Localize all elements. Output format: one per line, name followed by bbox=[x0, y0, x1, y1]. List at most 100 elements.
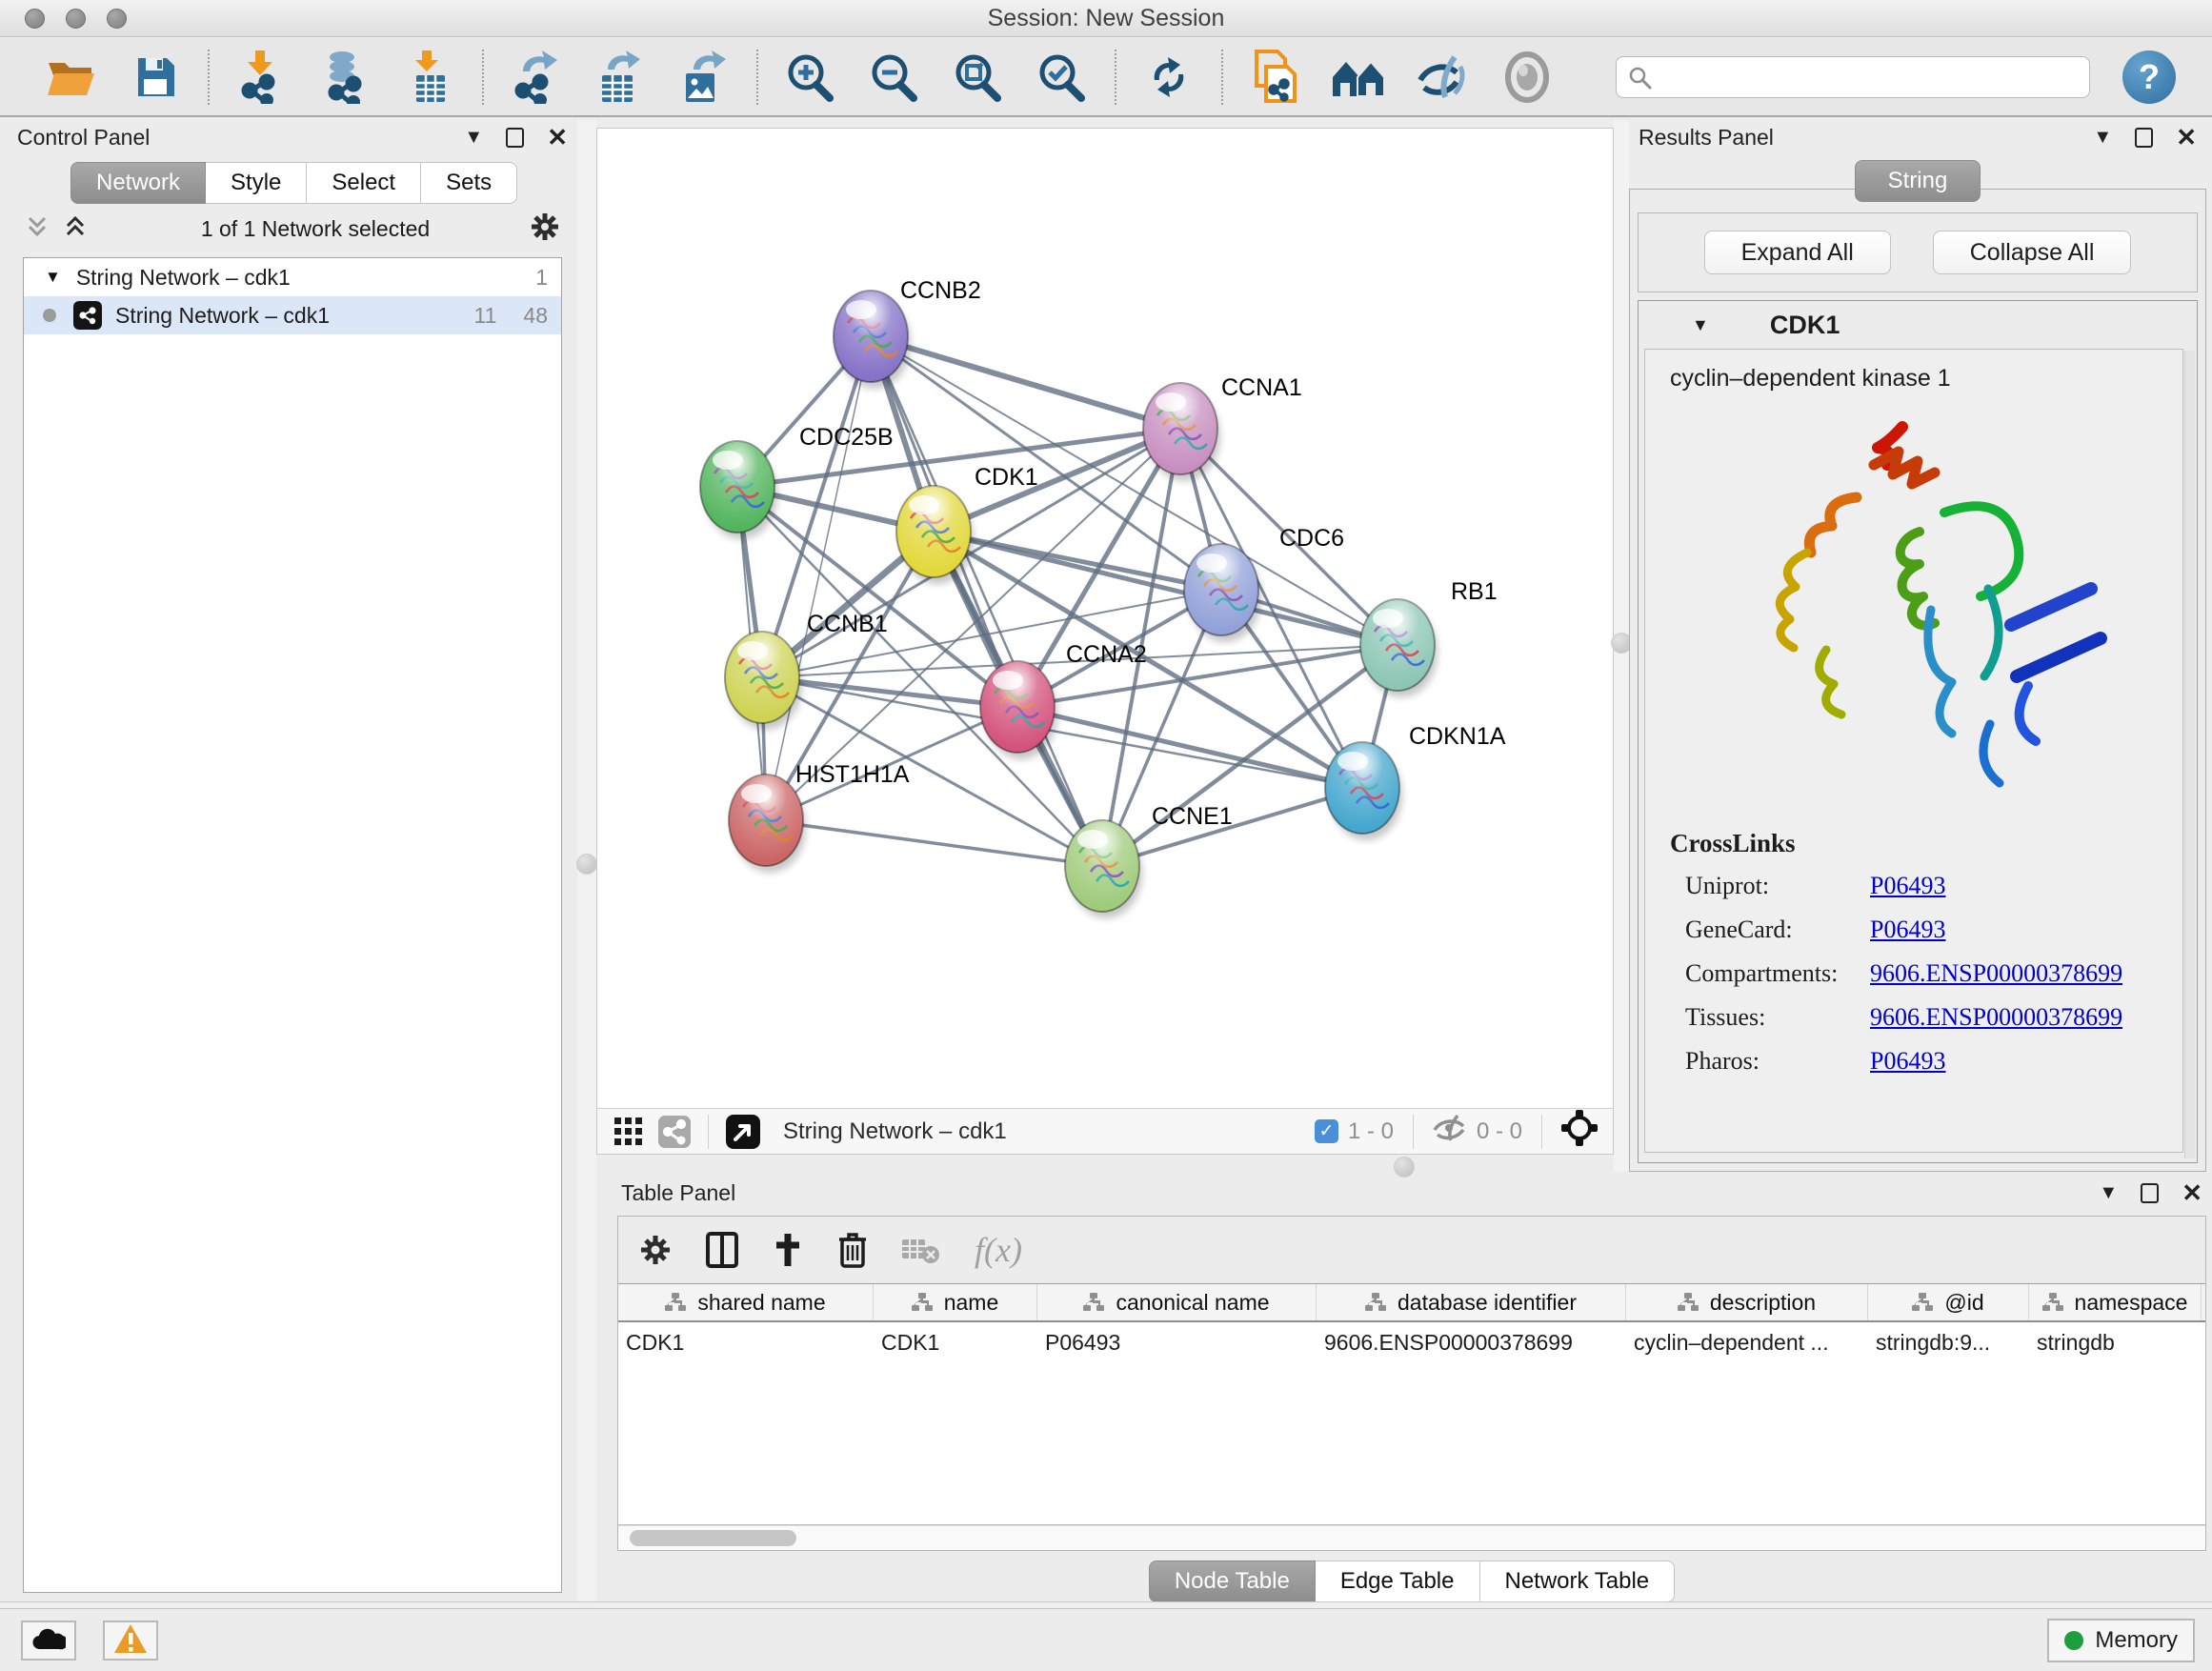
zoom-out-button[interactable] bbox=[867, 50, 922, 105]
float-panel-icon[interactable] bbox=[2141, 1183, 2159, 1203]
network-collection-row[interactable]: ▼ String Network – cdk1 1 bbox=[24, 258, 561, 296]
column-header-shared-name[interactable]: shared name bbox=[618, 1284, 874, 1320]
apply-layout-button[interactable] bbox=[1141, 50, 1196, 105]
panel-menu-icon[interactable]: ▼ bbox=[2099, 1183, 2118, 1202]
close-window-button[interactable] bbox=[25, 9, 45, 29]
column-header-description[interactable]: description bbox=[1626, 1284, 1868, 1320]
splitter-knob[interactable] bbox=[576, 854, 597, 875]
column-header-canonical-name[interactable]: canonical name bbox=[1037, 1284, 1317, 1320]
memory-button[interactable]: Memory bbox=[2047, 1619, 2195, 1662]
float-panel-icon[interactable] bbox=[506, 128, 524, 148]
tab-edge-table[interactable]: Edge Table bbox=[1316, 1560, 1480, 1602]
close-panel-icon[interactable]: ✕ bbox=[547, 125, 568, 150]
zoom-window-button[interactable] bbox=[107, 9, 127, 29]
zoom-fit-button[interactable] bbox=[951, 50, 1006, 105]
cdk1-section-header[interactable]: ▼ CDK1 bbox=[1639, 301, 2197, 349]
minimize-window-button[interactable] bbox=[66, 9, 86, 29]
show-all-button[interactable] bbox=[1499, 50, 1555, 105]
panel-menu-icon[interactable]: ▼ bbox=[2093, 128, 2112, 147]
add-column-icon[interactable] bbox=[773, 1232, 803, 1268]
warnings-button[interactable] bbox=[103, 1621, 158, 1661]
grid-view-icon[interactable] bbox=[614, 1117, 643, 1146]
zoom-selected-button[interactable] bbox=[1035, 50, 1090, 105]
node-CDKN1A[interactable] bbox=[1325, 742, 1402, 840]
crosslink-link[interactable]: P06493 bbox=[1870, 872, 1945, 899]
table-row[interactable]: CDK1CDK1P064939606.ENSP00000378699cyclin… bbox=[618, 1322, 2205, 1362]
node-RB1[interactable] bbox=[1360, 599, 1438, 697]
network-badge-icon[interactable] bbox=[658, 1116, 691, 1148]
node-CCNA1[interactable] bbox=[1143, 383, 1220, 481]
close-panel-icon[interactable]: ✕ bbox=[2176, 125, 2197, 150]
crosslink-link[interactable]: P06493 bbox=[1870, 1047, 1945, 1075]
network-collection-label: String Network – cdk1 bbox=[76, 265, 291, 291]
column-header-name[interactable]: name bbox=[874, 1284, 1037, 1320]
export-network-button[interactable] bbox=[509, 50, 564, 105]
expand-all-icon[interactable] bbox=[63, 214, 88, 244]
float-panel-icon[interactable] bbox=[2135, 128, 2153, 148]
edge-CCNB2-CCNA1[interactable] bbox=[871, 336, 1180, 429]
zoom-in-button[interactable] bbox=[783, 50, 838, 105]
selected-checkbox-icon[interactable]: ✓ bbox=[1315, 1119, 1338, 1143]
help-button[interactable]: ? bbox=[2122, 50, 2176, 104]
tab-network-table[interactable]: Network Table bbox=[1480, 1560, 1676, 1602]
clone-network-button[interactable] bbox=[1248, 50, 1303, 105]
crosshair-icon[interactable] bbox=[1561, 1110, 1598, 1153]
import-network-button[interactable] bbox=[234, 50, 290, 105]
horizontal-splitter-knob[interactable] bbox=[1394, 1157, 1415, 1178]
node-CCNA2[interactable] bbox=[980, 661, 1057, 759]
scrollbar-thumb[interactable] bbox=[630, 1530, 796, 1546]
collapse-section-icon[interactable]: ▼ bbox=[1692, 315, 1709, 335]
results-scrollbar[interactable] bbox=[2184, 351, 2195, 1158]
node-CDC6[interactable] bbox=[1184, 544, 1261, 642]
node-CCNE1[interactable] bbox=[1065, 820, 1142, 918]
tab-string[interactable]: String bbox=[1855, 160, 1981, 202]
crosslink-link[interactable]: 9606.ENSP00000378699 bbox=[1870, 959, 2122, 987]
right-splitter[interactable] bbox=[1614, 120, 1629, 1172]
crosslink-link[interactable]: P06493 bbox=[1870, 916, 1945, 943]
node-CCNB2[interactable] bbox=[834, 291, 911, 389]
node-CCNB1[interactable] bbox=[725, 632, 802, 730]
cloud-button[interactable] bbox=[21, 1621, 76, 1661]
import-network-from-database-button[interactable] bbox=[318, 50, 373, 105]
search-input[interactable] bbox=[1616, 56, 2090, 98]
tab-style[interactable]: Style bbox=[206, 162, 307, 204]
gear-icon[interactable] bbox=[530, 211, 560, 247]
tab-sets[interactable]: Sets bbox=[421, 162, 517, 204]
node-label-CCNE1: CCNE1 bbox=[1152, 803, 1233, 830]
hide-selected-button[interactable] bbox=[1416, 50, 1471, 105]
close-panel-icon[interactable]: ✕ bbox=[2182, 1180, 2202, 1205]
table-hscrollbar[interactable] bbox=[618, 1525, 2205, 1550]
first-neighbors-button[interactable] bbox=[1332, 50, 1387, 105]
tab-select[interactable]: Select bbox=[307, 162, 421, 204]
import-table-button[interactable] bbox=[402, 50, 457, 105]
network-canvas[interactable]: CCNB2CCNA1CDC25BCDK1CDC6RB1CCNB1CCNA2CDK… bbox=[597, 129, 1613, 1108]
node-HIST1H1A[interactable] bbox=[729, 775, 806, 873]
open-session-button[interactable] bbox=[44, 50, 99, 105]
expand-all-button[interactable]: Expand All bbox=[1704, 231, 1891, 274]
birds-eye-view-icon[interactable] bbox=[726, 1115, 760, 1149]
tree-expand-icon[interactable]: ▼ bbox=[45, 268, 61, 287]
column-header-namespace[interactable]: namespace bbox=[2029, 1284, 2202, 1320]
left-splitter[interactable] bbox=[577, 120, 596, 1602]
save-session-button[interactable] bbox=[128, 50, 183, 105]
node-CDC25B[interactable] bbox=[700, 441, 777, 539]
collapse-all-icon[interactable] bbox=[25, 214, 50, 244]
cdk1-section: ▼ CDK1 cyclin–dependent kinase 1 bbox=[1638, 300, 2198, 1163]
column-header--id[interactable]: @id bbox=[1868, 1284, 2029, 1320]
column-header-database-identifier[interactable]: database identifier bbox=[1317, 1284, 1626, 1320]
show-columns-icon[interactable] bbox=[706, 1232, 738, 1268]
edge-CCNA2-CDKN1A[interactable] bbox=[1017, 707, 1362, 788]
panel-menu-icon[interactable]: ▼ bbox=[464, 128, 483, 147]
export-image-button[interactable] bbox=[676, 50, 732, 105]
tab-node-table[interactable]: Node Table bbox=[1149, 1560, 1316, 1602]
table-settings-gear-icon[interactable] bbox=[639, 1234, 672, 1266]
crosslink-link[interactable]: 9606.ENSP00000378699 bbox=[1870, 1003, 2122, 1031]
collapse-all-button[interactable]: Collapse All bbox=[1933, 231, 2132, 274]
node-CDK1[interactable] bbox=[896, 486, 974, 584]
network-row-selected[interactable]: String Network – cdk1 11 48 bbox=[24, 296, 561, 334]
delete-column-trash-icon[interactable] bbox=[837, 1232, 868, 1268]
export-table-button[interactable] bbox=[593, 50, 648, 105]
edge-HIST1H1A-CCNE1[interactable] bbox=[766, 820, 1102, 866]
network-graph[interactable]: CCNB2CCNA1CDC25BCDK1CDC6RB1CCNB1CCNA2CDK… bbox=[597, 129, 1613, 1108]
tab-network[interactable]: Network bbox=[70, 162, 206, 204]
